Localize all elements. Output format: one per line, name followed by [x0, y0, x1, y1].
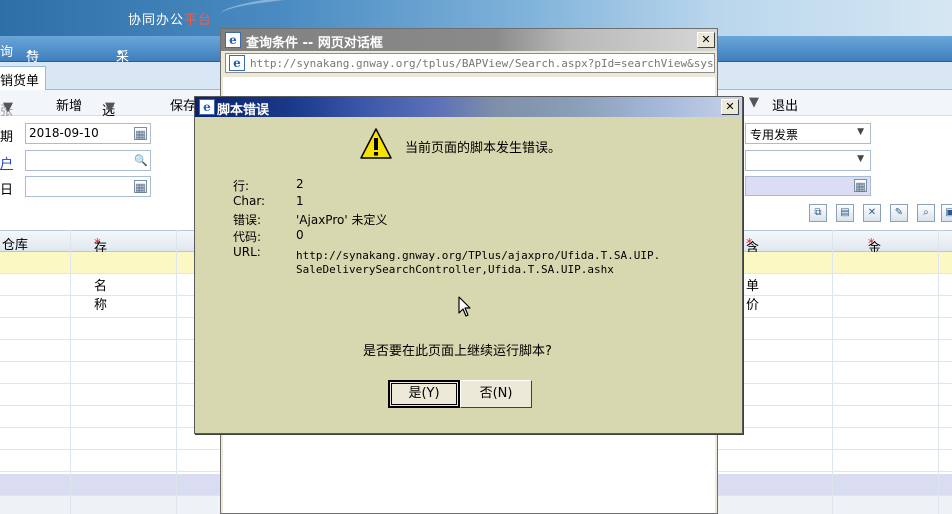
col-warehouse[interactable]: 仓库	[2, 234, 28, 253]
grid-divider	[176, 230, 177, 514]
save-button[interactable]: 保存	[170, 95, 196, 114]
readonly-date-field[interactable]: ▦	[745, 176, 871, 196]
query-address-url: http://synakang.gnway.org/tplus/BAPView/…	[250, 57, 715, 70]
warning-icon	[359, 127, 393, 161]
settings-icon[interactable]: ▣	[941, 204, 952, 222]
calendar-icon[interactable]: ▦	[134, 180, 147, 194]
app-title-mark: 平台	[184, 13, 213, 28]
close-icon[interactable]: ✕	[697, 32, 715, 48]
script-error-title: 脚本错误	[217, 103, 270, 117]
find-icon[interactable]: ⌕	[917, 204, 935, 222]
query-address-bar[interactable]: e http://synakang.gnway.org/tplus/BAPVie…	[225, 53, 715, 73]
export-excel-icon[interactable]: ✕	[863, 204, 881, 222]
invoice-type-value: 专用发票	[750, 128, 799, 142]
mouse-cursor-icon	[458, 296, 472, 322]
ie-icon: e	[199, 99, 215, 115]
continue-question: 是否要在此页面上继续运行脚本?	[363, 344, 552, 359]
chevron-down-icon: ▼	[105, 100, 115, 115]
error-headline: 当前页面的脚本发生错误。	[405, 141, 562, 156]
grid-divider	[70, 230, 71, 514]
customer-field[interactable]: 🔍	[25, 150, 151, 171]
yes-button[interactable]: 是(Y)	[388, 380, 460, 408]
date2-field[interactable]: ▦	[25, 176, 151, 197]
script-error-titlebar[interactable]: e 脚本错误	[195, 97, 742, 117]
date-label: 期	[0, 130, 14, 145]
paste-row-icon[interactable]: ▤	[836, 204, 854, 222]
query-dialog-titlebar[interactable]: e 查询条件 -- 网页对话框 ✕	[221, 29, 717, 51]
copy-row-icon[interactable]: ⧉	[809, 204, 827, 222]
url-value-line2: SaleDeliverySearchController,Ufida.T.SA.…	[296, 263, 614, 276]
secondary-select[interactable]: ▼	[745, 150, 871, 171]
app-title: 协同办公平台	[128, 9, 212, 28]
tools-icon[interactable]: ✎	[890, 204, 908, 222]
char-value: 1	[296, 194, 304, 208]
chevron-down-icon: ▼	[3, 100, 13, 115]
close-icon[interactable]: ✕	[721, 99, 739, 115]
url-value-line1: http://synakang.gnway.org/TPlus/ajaxpro/…	[296, 249, 661, 262]
ie-icon: e	[229, 55, 245, 71]
chevron-down-icon: ▼	[857, 154, 864, 164]
url-label: URL:	[233, 245, 261, 259]
app-title-main: 协同办公	[128, 13, 185, 28]
ie-icon: e	[225, 32, 241, 48]
date-value: 2018-09-10	[29, 126, 99, 140]
date2-label: 日	[0, 183, 14, 198]
exit-button[interactable]: 退出	[772, 95, 798, 114]
line-value: 2	[296, 177, 304, 191]
chevron-down-icon[interactable]: ▼	[749, 95, 759, 110]
no-button[interactable]: 否(N)	[460, 380, 532, 408]
chevron-down-icon: ▼	[857, 127, 864, 137]
calendar-icon[interactable]: ▦	[134, 127, 147, 141]
menu-item-query[interactable]: 询	[0, 41, 13, 60]
grid-divider	[832, 230, 833, 514]
error-value: 'AjaxPro' 未定义	[296, 213, 388, 227]
customer-label[interactable]: 户	[0, 153, 13, 172]
script-error-dialog: e 脚本错误 ✕ 当前页面的脚本发生错误。 行: 2 Char: 1 错误: '…	[194, 96, 743, 434]
query-dialog-title: 查询条件 -- 网页对话框	[246, 36, 383, 51]
code-value: 0	[296, 228, 304, 242]
error-label: 错误:	[233, 213, 262, 227]
calendar-icon[interactable]: ▦	[854, 179, 867, 193]
invoice-type-select[interactable]: 专用发票 ▼	[745, 123, 871, 144]
tab-sales-delivery[interactable]: 销货单	[0, 66, 46, 90]
grid-divider	[938, 230, 939, 514]
code-label: 代码:	[233, 230, 262, 244]
line-label: 行:	[233, 179, 250, 193]
date-field[interactable]: 2018-09-10 ▦	[25, 123, 151, 144]
search-icon[interactable]: 🔍	[134, 154, 148, 167]
char-label: Char:	[233, 194, 266, 208]
new-button[interactable]: 新增	[56, 95, 82, 114]
